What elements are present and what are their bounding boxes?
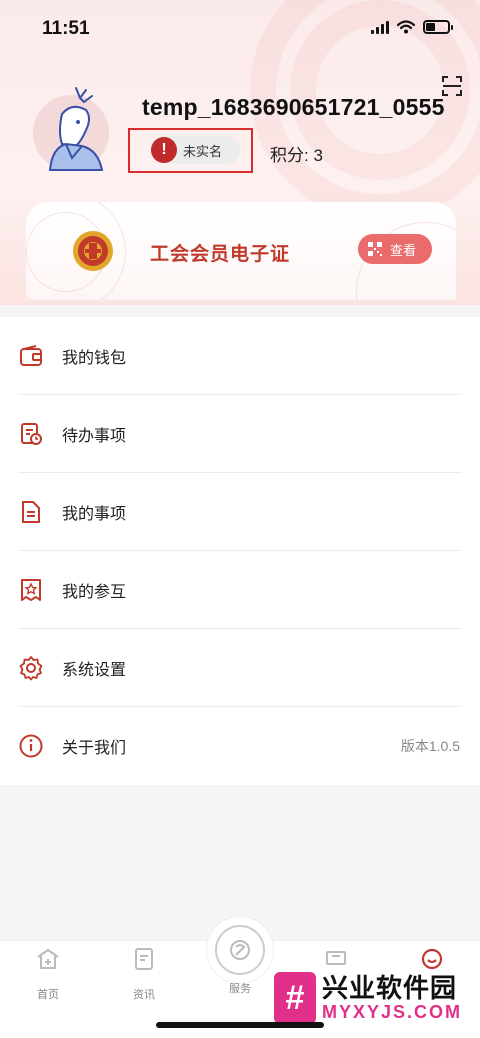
avatar[interactable] bbox=[32, 84, 110, 172]
wifi-icon bbox=[397, 20, 415, 34]
ticket-icon bbox=[326, 951, 346, 965]
wallet-icon bbox=[20, 345, 42, 366]
watermark-logo: # bbox=[274, 972, 316, 1024]
qr-code-icon bbox=[368, 242, 382, 256]
info-icon bbox=[19, 734, 43, 758]
document-icon bbox=[22, 501, 40, 523]
star-document-icon bbox=[21, 579, 41, 601]
verify-status-text: 未实名 bbox=[183, 143, 223, 159]
menu-item-label: 我的参互 bbox=[62, 584, 127, 601]
battery-icon bbox=[423, 20, 453, 34]
watermark: # 兴业软件园 MYXYJS.COM bbox=[274, 970, 472, 1026]
menu-item-label: 系统设置 bbox=[62, 662, 127, 679]
tab-service[interactable] bbox=[206, 916, 274, 984]
signal-icon bbox=[371, 20, 389, 34]
todo-icon bbox=[21, 423, 42, 445]
version-label: 版本1.0.5 bbox=[400, 738, 460, 754]
username: temp_1683690651721_0555 bbox=[142, 94, 445, 120]
menu-item-label: 关于我们 bbox=[62, 740, 127, 757]
menu-item-wallet[interactable]: 我的钱包 bbox=[0, 317, 480, 395]
menu-item-settings[interactable]: 系统设置 bbox=[0, 629, 480, 707]
watermark-text-en: MYXYJS.COM bbox=[322, 1002, 463, 1022]
home-icon bbox=[37, 948, 59, 969]
card-title: 工会会员电子证 bbox=[150, 244, 291, 265]
menu-list: 我的钱包 待办事项 我的事项 我的参互 系统设置 关于我们 版本1.0.5 bbox=[0, 317, 480, 785]
menu-item-my-matters[interactable]: 我的事项 bbox=[0, 473, 480, 551]
view-button-label: 查看 bbox=[390, 242, 417, 258]
menu-item-about[interactable]: 关于我们 版本1.0.5 bbox=[0, 707, 480, 785]
warning-icon: ! bbox=[151, 137, 177, 163]
menu-item-label: 我的钱包 bbox=[62, 350, 127, 367]
verify-status-badge[interactable]: ! 未实名 bbox=[150, 136, 240, 164]
home-indicator[interactable] bbox=[156, 1022, 324, 1028]
news-icon bbox=[135, 948, 153, 970]
menu-item-todo[interactable]: 待办事项 bbox=[0, 395, 480, 473]
service-icon bbox=[215, 925, 265, 975]
menu-item-label: 我的事项 bbox=[62, 506, 127, 523]
points-label: 积分: 3 bbox=[270, 146, 323, 165]
gear-icon bbox=[19, 656, 43, 681]
menu-item-label: 待办事项 bbox=[62, 428, 127, 445]
tab-label: 资讯 bbox=[133, 989, 155, 1001]
status-time: 11:51 bbox=[42, 18, 90, 39]
tab-home[interactable]: 首页 bbox=[18, 947, 78, 1002]
tab-label: 首页 bbox=[37, 989, 59, 1001]
tab-news[interactable]: 资讯 bbox=[114, 947, 174, 1002]
watermark-text-cn: 兴业软件园 bbox=[322, 973, 458, 1003]
profile-icon bbox=[421, 948, 443, 970]
union-logo-icon bbox=[73, 231, 113, 271]
status-icons bbox=[371, 20, 453, 34]
status-bar: 11:51 bbox=[0, 0, 480, 60]
view-card-button[interactable]: 查看 bbox=[358, 234, 432, 264]
menu-item-participation[interactable]: 我的参互 bbox=[0, 551, 480, 629]
tab-service-label: 服务 bbox=[229, 983, 251, 995]
